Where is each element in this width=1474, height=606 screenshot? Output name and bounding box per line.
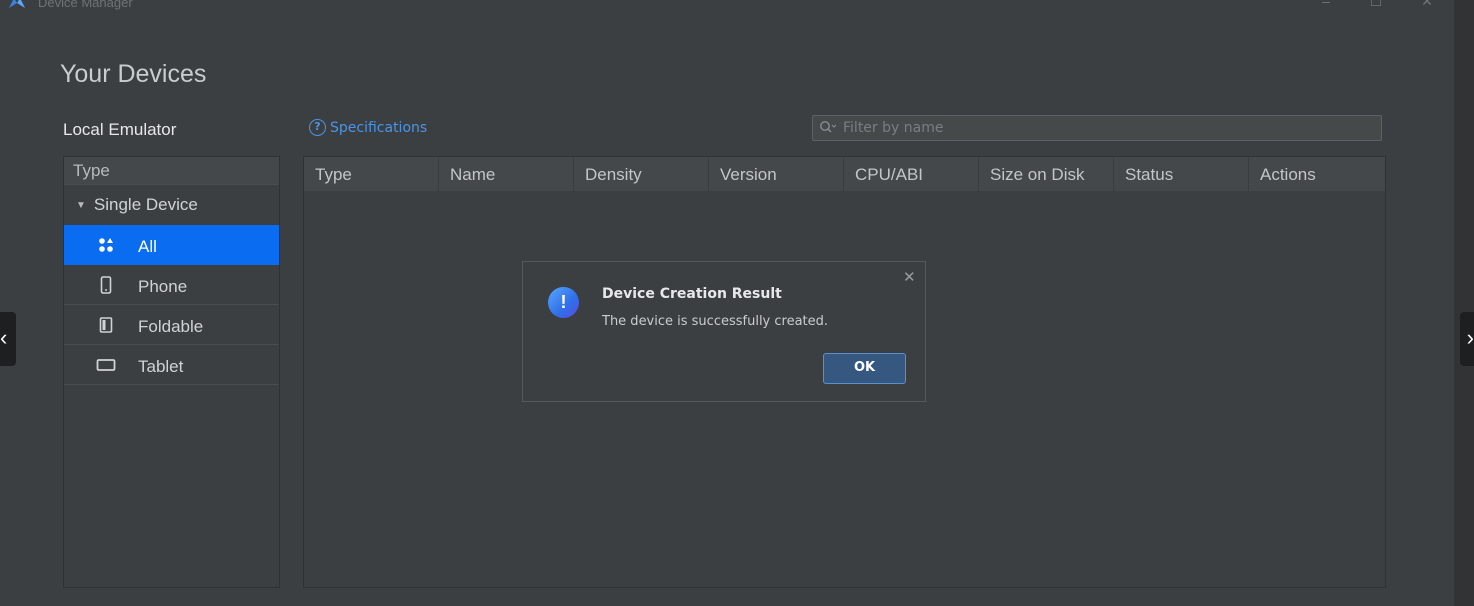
page-title: Your Devices [60,60,207,88]
specifications-label: Specifications [330,119,428,136]
device-creation-dialog: ✕ ! Device Creation Result The device is… [522,261,926,402]
section-title: Local Emulator [63,120,177,139]
app-logo-icon [9,0,25,8]
dialog-message: The device is successfully created. [602,314,829,329]
ok-button[interactable]: OK [823,353,906,384]
info-icon: ! [548,287,579,318]
type-item-phone[interactable]: Phone [64,265,279,305]
dialog-close-icon[interactable]: ✕ [903,268,916,286]
group-single-device[interactable]: ▼ Single Device [64,185,279,225]
type-panel: Type ▼ Single Device All Phone Foldable … [63,156,280,588]
tablet-icon [95,358,117,372]
filter-input[interactable] [843,120,1363,136]
column-header-actions[interactable]: Actions [1249,157,1385,191]
group-label: Single Device [93,195,198,214]
close-window-button[interactable]: ✕ [1417,0,1437,11]
dialog-title: Device Creation Result [602,286,782,302]
expand-triangle-icon: ▼ [76,199,86,211]
previous-arrow-icon[interactable]: ‹ [0,312,16,366]
column-header-name[interactable]: Name [439,157,574,191]
question-icon: ? [309,119,326,136]
right-edge-strip [1454,0,1474,606]
next-arrow-icon[interactable]: › [1460,312,1474,366]
phone-icon [95,275,117,294]
type-item-label: Foldable [138,316,204,336]
grid-icon [95,237,117,253]
device-manager-window: Device Manager – ☐ ✕ Your Devices Local … [0,0,1454,606]
filter-box[interactable] [812,115,1382,141]
foldable-icon [95,316,117,333]
column-header-density[interactable]: Density [574,157,709,191]
table-header: Type Name Density Version CPU/ABI Size o… [304,157,1385,191]
type-item-foldable[interactable]: Foldable [64,305,279,345]
column-header-cpu-abi[interactable]: CPU/ABI [844,157,979,191]
column-header-status[interactable]: Status [1114,157,1249,191]
maximize-button[interactable]: ☐ [1366,0,1386,11]
title-bar: Device Manager – ☐ ✕ [0,0,1454,15]
type-item-label: All [138,236,157,256]
search-icon [819,120,843,137]
minimize-button[interactable]: – [1316,0,1336,11]
type-panel-header: Type [64,157,279,185]
type-item-all[interactable]: All [64,225,279,265]
specifications-link[interactable]: ? Specifications [309,119,427,136]
window-title: Device Manager [38,0,133,10]
column-header-type[interactable]: Type [304,157,439,191]
column-header-version[interactable]: Version [709,157,844,191]
type-item-label: Phone [138,276,188,296]
type-item-label: Tablet [138,356,184,376]
column-header-size-on-disk[interactable]: Size on Disk [979,157,1114,191]
type-item-tablet[interactable]: Tablet [64,345,279,385]
